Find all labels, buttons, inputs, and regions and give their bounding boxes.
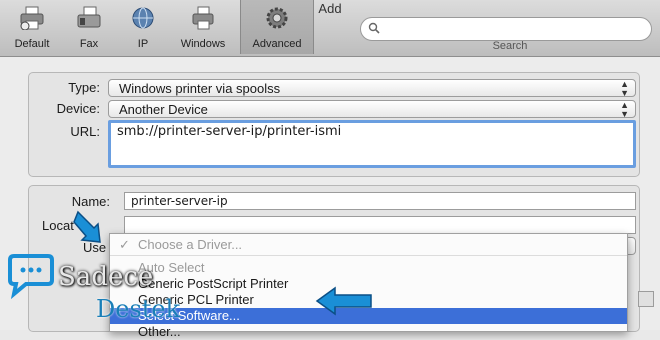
device-popup[interactable]: Another Device ▲ ▼ [108, 100, 636, 119]
watermark-line2: Destek [96, 295, 181, 323]
name-label: Name: [71, 194, 110, 209]
device-value: Another Device [119, 102, 208, 117]
toolbar-windows-label: Windows [180, 38, 226, 50]
device-label: Device: [56, 101, 100, 116]
toolbar-fax-label: Fax [79, 38, 99, 50]
toolbar-default-label: Default [14, 38, 50, 50]
menu-item-other[interactable]: Other... [110, 324, 627, 340]
pointer-arrow-icon [315, 286, 372, 316]
menu-item-label: Generic PostScript Printer [138, 276, 289, 291]
chat-bubble-logo-icon [8, 254, 54, 300]
driver-menu[interactable]: ✓ Choose a Driver... Auto Select Generic… [109, 233, 628, 339]
type-popup[interactable]: Windows printer via spoolss ▲ ▼ [108, 79, 636, 98]
location-field[interactable] [124, 216, 636, 234]
url-label: URL: [70, 124, 100, 139]
gear-icon [266, 7, 288, 29]
toolbar-ip-button[interactable]: IP [118, 0, 168, 54]
search-caption: Search [492, 40, 528, 52]
checkmark-icon: ✓ [119, 237, 130, 252]
windows-printer-icon [192, 6, 214, 30]
pointer-arrow-icon [73, 210, 101, 243]
menu-item-auto-select[interactable]: Auto Select [110, 260, 627, 276]
menu-item-label: Choose a Driver... [138, 237, 243, 252]
toolbar-ip-label: IP [137, 38, 149, 50]
menu-item-label: Other... [138, 324, 181, 339]
type-value: Windows printer via spoolss [119, 81, 281, 96]
watermark-line1: Sadece [58, 262, 154, 292]
printer-icon [20, 6, 44, 30]
search-icon [368, 22, 380, 34]
fax-icon [77, 6, 101, 28]
url-field[interactable]: smb://printer-server-ip/printer-ismi [108, 120, 636, 168]
toolbar-advanced-button[interactable]: Advanced [240, 0, 314, 54]
menu-item-choose-driver[interactable]: ✓ Choose a Driver... [110, 237, 627, 253]
globe-icon [132, 7, 154, 29]
name-field[interactable]: printer-server-ip [124, 192, 636, 210]
popup-arrows-icon: ▲ ▼ [620, 79, 629, 98]
type-label: Type: [68, 80, 100, 95]
search-input[interactable] [360, 17, 652, 41]
toolbar-fax-button[interactable]: Fax [64, 0, 114, 54]
toolbar-default-button[interactable]: Default [4, 0, 60, 54]
popup-arrows-icon: ▲ ▼ [620, 100, 629, 119]
window-toolbar: Add Default Fax IP Windows Advanced Sear… [0, 0, 660, 57]
toolbar-windows-button[interactable]: Windows [170, 0, 236, 54]
toolbar-advanced-label: Advanced [252, 38, 302, 50]
menu-separator [110, 255, 627, 256]
add-button-edge[interactable] [638, 291, 654, 307]
